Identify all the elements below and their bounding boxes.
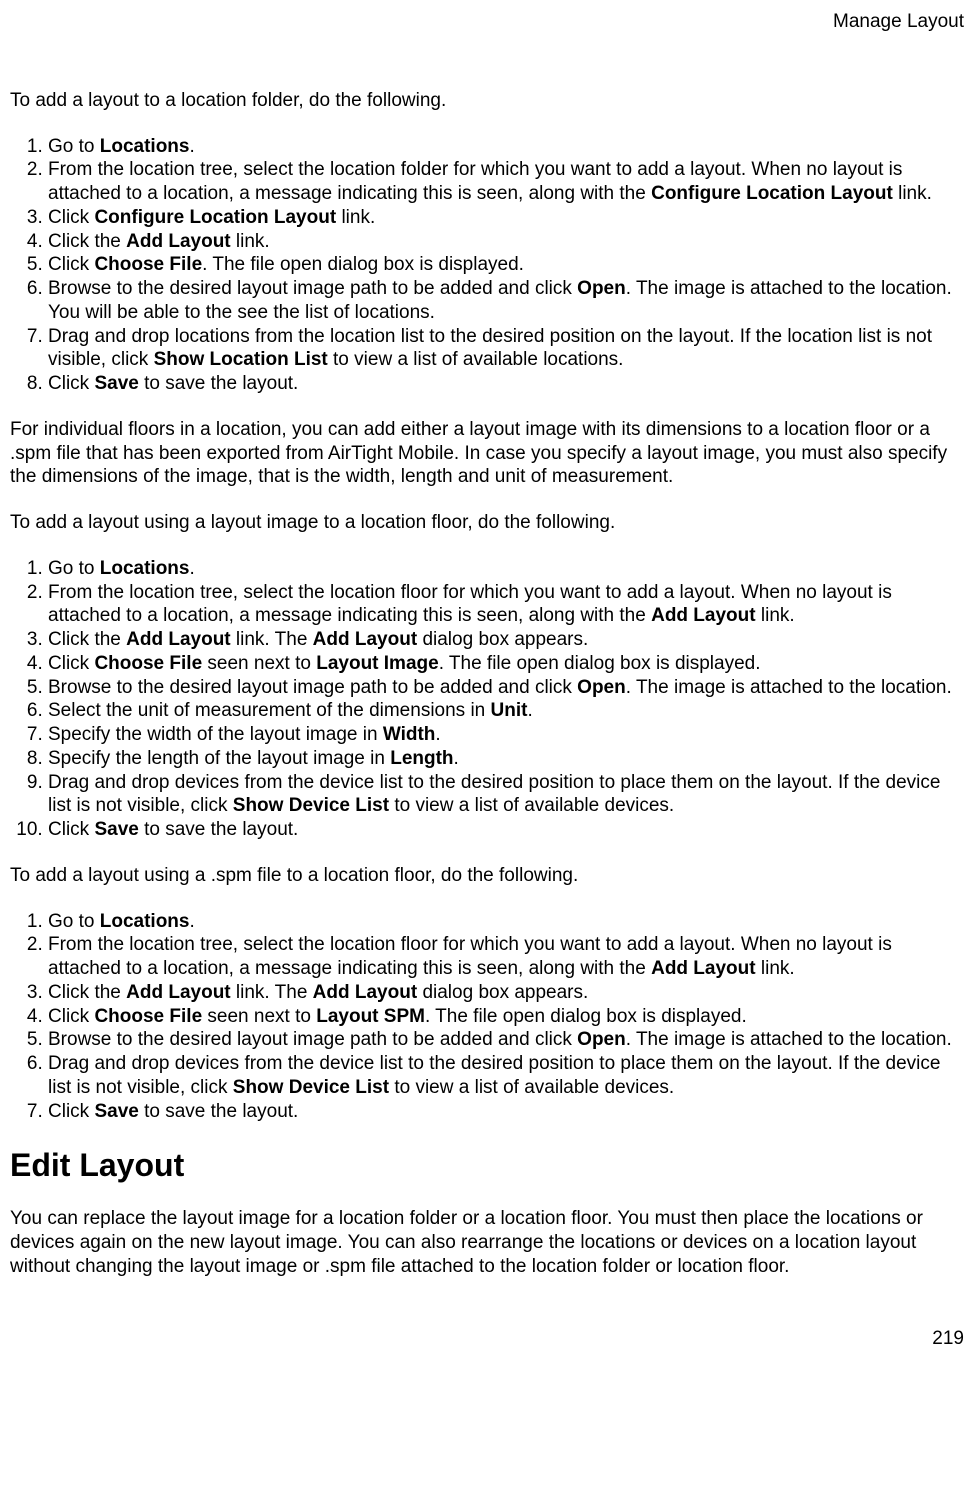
header-title: Manage Layout	[833, 11, 964, 32]
list-item: Click the Add Layout link. The Add Layou…	[48, 981, 964, 1005]
page-footer: 219	[10, 1327, 964, 1351]
procedure-list-2: Go to Locations. From the location tree,…	[10, 557, 964, 842]
list-item: Click the Add Layout link.	[48, 230, 964, 254]
list-item: Drag and drop locations from the locatio…	[48, 325, 964, 373]
list-item: Click the Add Layout link. The Add Layou…	[48, 628, 964, 652]
list-item: Select the unit of measurement of the di…	[48, 699, 964, 723]
list-item: Click Choose File seen next to Layout SP…	[48, 1005, 964, 1029]
body-paragraph-2: You can replace the layout image for a l…	[10, 1207, 964, 1278]
page-header: Manage Layout	[10, 10, 964, 34]
procedure-list-3: Go to Locations. From the location tree,…	[10, 910, 964, 1124]
list-item: Browse to the desired layout image path …	[48, 277, 964, 325]
intro-paragraph-2: To add a layout using a layout image to …	[10, 511, 964, 535]
list-item: Click Save to save the layout.	[48, 372, 964, 396]
list-item: Browse to the desired layout image path …	[48, 1028, 964, 1052]
list-item: Drag and drop devices from the device li…	[48, 1052, 964, 1100]
list-item: Drag and drop devices from the device li…	[48, 771, 964, 819]
intro-paragraph-1: To add a layout to a location folder, do…	[10, 89, 964, 113]
list-item: Click Configure Location Layout link.	[48, 206, 964, 230]
page-number: 219	[932, 1328, 964, 1349]
list-item: Specify the length of the layout image i…	[48, 747, 964, 771]
list-item: Click Save to save the layout.	[48, 818, 964, 842]
list-item: Go to Locations.	[48, 135, 964, 159]
list-item: From the location tree, select the locat…	[48, 158, 964, 206]
list-item: Click Choose File. The file open dialog …	[48, 253, 964, 277]
list-item: From the location tree, select the locat…	[48, 581, 964, 629]
body-paragraph-1: For individual floors in a location, you…	[10, 418, 964, 489]
list-item: Specify the width of the layout image in…	[48, 723, 964, 747]
list-item: Click Save to save the layout.	[48, 1100, 964, 1124]
list-item: Browse to the desired layout image path …	[48, 676, 964, 700]
procedure-list-1: Go to Locations. From the location tree,…	[10, 135, 964, 396]
list-item: Go to Locations.	[48, 557, 964, 581]
list-item: Go to Locations.	[48, 910, 964, 934]
intro-paragraph-3: To add a layout using a .spm file to a l…	[10, 864, 964, 888]
list-item: From the location tree, select the locat…	[48, 933, 964, 981]
list-item: Click Choose File seen next to Layout Im…	[48, 652, 964, 676]
section-heading-edit-layout: Edit Layout	[10, 1145, 964, 1185]
